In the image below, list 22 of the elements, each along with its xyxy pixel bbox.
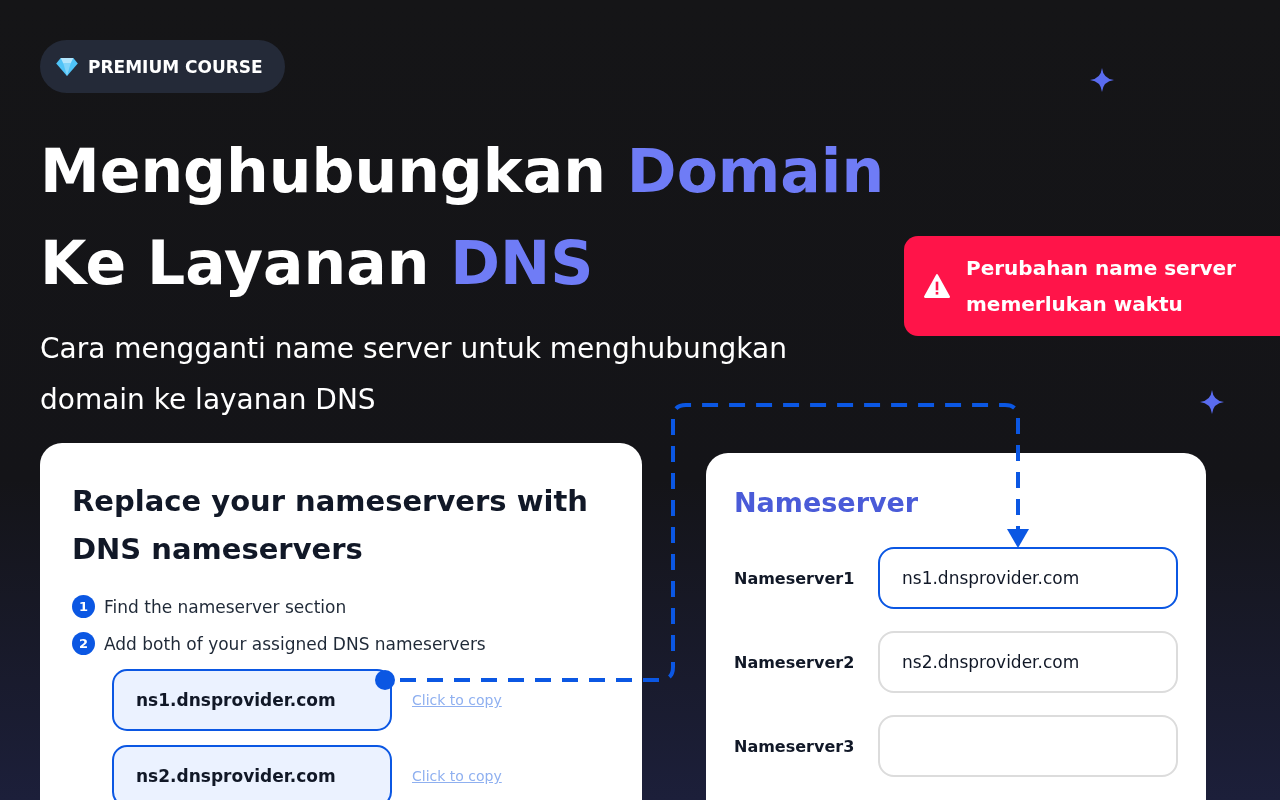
field-label: Nameserver2	[734, 652, 855, 672]
sparkle-icon	[1200, 390, 1224, 414]
alert-text: Perubahan name server memerlukan waktu	[966, 255, 1237, 318]
nameserver-input[interactable]: ns1.dnsprovider.com	[878, 547, 1178, 609]
page-subtitle: Cara mengganti name server untuk menghubungkan domain ke layanan DNS	[40, 331, 788, 418]
nameserver-input[interactable]: ns2.dnsprovider.com	[878, 631, 1178, 693]
step-number: 1	[72, 595, 95, 618]
field-label: Nameserver3	[734, 736, 855, 756]
warning-icon	[924, 274, 950, 298]
step-text: Add both of your assigned DNS nameservers	[104, 633, 486, 654]
page-title: Menghubungkan Domain Ke Layanan DNS	[40, 135, 885, 300]
badge-label: PREMIUM COURSE	[88, 56, 263, 77]
card-title: Nameserver	[734, 486, 920, 520]
nameserver-value-field: ns1.dnsprovider.com	[112, 669, 392, 731]
step-number: 2	[72, 632, 95, 655]
nameserver-value-field: ns2.dnsprovider.com	[112, 745, 392, 800]
sparkle-icon	[1090, 68, 1114, 92]
field-label: Nameserver1	[734, 568, 855, 588]
card-title: Replace your nameservers with DNS nameservers	[72, 483, 589, 568]
nameserver-input[interactable]	[878, 715, 1178, 777]
step-text: Find the nameserver section	[104, 596, 347, 617]
diamond-icon	[56, 57, 78, 76]
